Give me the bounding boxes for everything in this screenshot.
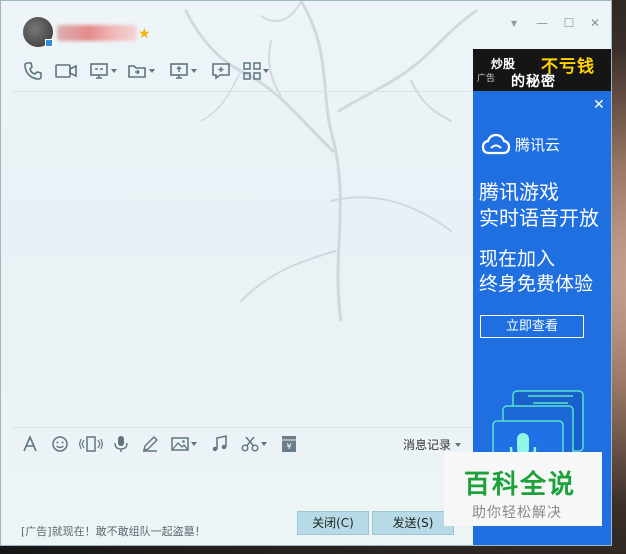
watermark: 百科全说 助你轻松解决 [444,452,602,526]
maximize-icon[interactable]: ☐ [561,15,577,31]
ad-headline: 腾讯游戏 实时语音开放 [479,179,599,231]
banner-sub: 的秘密 [511,74,556,90]
music-icon[interactable] [211,433,229,455]
remote-desktop-icon[interactable] [89,59,117,83]
history-label: 消息记录 [403,438,452,452]
title-bar: ★ ▾ — ☐ ✕ [1,1,611,51]
subline-line: 终身免费体验 [479,273,594,295]
vip-crown-icon: ★ [138,26,151,42]
screen-share-icon[interactable] [169,59,197,83]
voice-icon[interactable] [113,433,129,455]
send-button[interactable]: 发送(S) [372,511,454,535]
cloud-icon [481,133,511,155]
minimize-icon[interactable]: — [534,15,550,31]
chat-bubble-icon[interactable] [211,59,231,83]
online-status-icon [45,39,53,47]
message-history-link[interactable]: 消息记录 [403,436,462,453]
shake-icon[interactable] [79,433,103,455]
close-icon[interactable]: ✕ [587,15,603,31]
app-grid-icon[interactable] [243,59,269,83]
watermark-title: 百科全说 [464,470,577,500]
pen-icon[interactable] [141,433,159,455]
phone-icon[interactable] [23,59,43,83]
ad-subline: 现在加入 终身免费体验 [479,247,593,297]
contact-name-blurred [57,25,137,41]
brand-name: 腾讯云 [515,135,561,154]
video-call-icon[interactable] [55,59,77,83]
message-input[interactable] [13,457,471,509]
red-packet-icon[interactable]: ¥ [281,433,297,455]
ad-close-icon[interactable]: ✕ [593,97,605,113]
input-divider [13,427,471,428]
footer-ad-link[interactable]: [广告]就现在！敢不敢组队一起盗墓！ [21,523,206,539]
top-banner-ad[interactable]: 炒股 不亏钱 广告 的秘密 [473,49,611,91]
svg-text:¥: ¥ [286,442,291,451]
headline-line: 实时语音开放 [479,206,599,230]
banner-prefix: 炒股 [491,57,516,71]
view-now-button[interactable]: 立即查看 [480,315,584,338]
watermark-subtitle: 助你轻松解决 [472,505,562,521]
message-area[interactable] [13,92,471,427]
close-chat-button[interactable]: 关闭(C) [297,511,369,535]
font-icon[interactable] [21,433,39,455]
banner-ad-tag: 广告 [477,74,496,84]
share-screen-icon[interactable] [127,59,155,83]
subline-line: 现在加入 [479,248,556,270]
emoji-icon[interactable] [51,433,69,455]
headline-line: 腾讯游戏 [479,180,559,204]
scissors-icon[interactable] [241,433,267,455]
image-icon[interactable] [171,433,197,455]
brand-logo: 腾讯云 [481,133,560,155]
chevron-down-icon [455,442,462,447]
dropdown-icon[interactable]: ▾ [506,15,522,31]
